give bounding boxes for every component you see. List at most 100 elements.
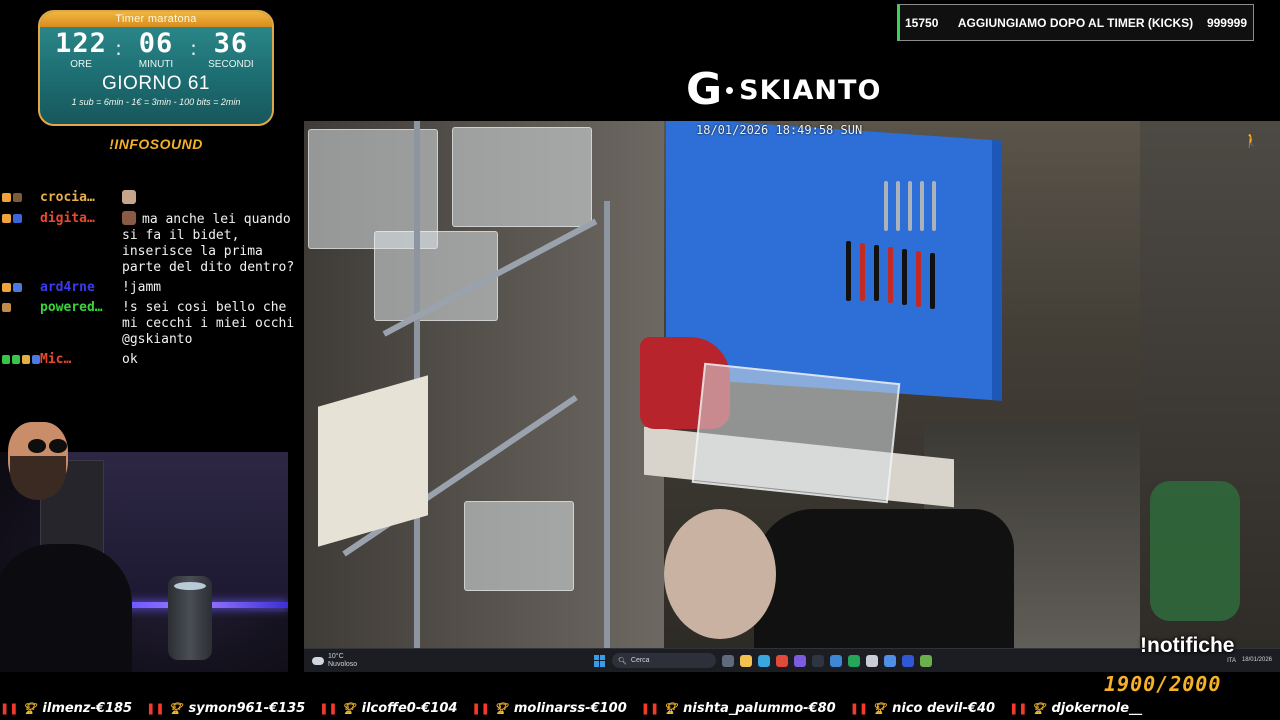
trophy-icon: 🏆︎ (663, 702, 678, 715)
badge-icon (13, 214, 22, 223)
screwdriver-icon (902, 249, 907, 305)
chat-message: Mic… ok (2, 352, 302, 368)
chat-message: crocia… (2, 190, 302, 207)
chat-username[interactable]: ard4rne (40, 280, 122, 296)
pause-icon: ❚❚ (319, 702, 338, 715)
wrench-icon (908, 181, 912, 231)
chat-message: ard4rne !jamm (2, 280, 302, 296)
pause-icon: ❚❚ (471, 702, 490, 715)
ticker-amount: €100 (590, 701, 627, 716)
ticker-donor: nico devil (892, 701, 963, 716)
timer-minutes-value: 06 (138, 28, 174, 59)
infosound-command: !INFOSOUND (109, 136, 203, 152)
goal-target: 999999 (1206, 15, 1247, 30)
ticker-donor: molinarss (513, 701, 586, 716)
storage-bin (452, 127, 592, 227)
sunglasses-icon (28, 438, 72, 453)
logo-dot (726, 86, 734, 94)
camera-timestamp: 18/01/2026 18:49:58 SUN (696, 123, 863, 137)
language-indicator[interactable]: ITA (1227, 658, 1236, 664)
user-badges (2, 300, 40, 348)
file-explorer-icon[interactable] (740, 654, 752, 667)
timer-separator: : (115, 36, 122, 60)
timer-hours: 122 ORE (49, 28, 113, 71)
user-badges (2, 352, 40, 368)
clock-date: 18/01/2026 (1241, 657, 1272, 663)
cloud-icon (312, 656, 324, 665)
shelf-post (604, 201, 610, 648)
windows-taskbar: 10°C Nuvoloso 🔍︎ Cerca ITA 18/01/2026 (304, 648, 1280, 672)
pause-icon: ❚❚ (1009, 702, 1028, 715)
app-icon[interactable] (884, 654, 896, 667)
webcam-person (0, 544, 132, 672)
emote-icon (122, 190, 136, 204)
edge-icon[interactable] (758, 654, 770, 667)
channel-logo: G SKIANTO (686, 68, 881, 112)
screwdriver-icon (916, 251, 921, 307)
chrome-icon[interactable] (776, 654, 788, 667)
chat-text: ma anche lei quando si fa il bidet, inse… (122, 211, 298, 276)
green-bag (1150, 481, 1240, 621)
timer-seconds: 36 SECONDI (199, 29, 263, 71)
trophy-icon: 🏆︎ (1031, 702, 1046, 715)
ticker-donor: symon961 (188, 701, 264, 716)
ticker-item: ❚❚ 🏆︎ djokernole__ (1009, 697, 1142, 720)
ticker-item: ❚❚ 🏆︎ nishta_palummo - €80 (641, 697, 836, 720)
chat-message: powered… !s sei cosi bello che mi cecchi… (2, 300, 302, 348)
app-icon[interactable] (866, 654, 878, 667)
windows-start-icon[interactable] (594, 654, 606, 667)
chat-text: ok (122, 352, 138, 367)
task-view-icon[interactable] (722, 654, 734, 667)
logo-name: SKIANTO (739, 74, 882, 106)
app-icon[interactable] (902, 654, 914, 667)
taskbar-search[interactable]: 🔍︎ Cerca (612, 653, 716, 668)
chat-panel: crocia… digita… ma anche lei quando si f… (2, 190, 302, 372)
chat-username[interactable]: digita… (40, 211, 122, 276)
ticker-amount: €80 (808, 701, 836, 716)
ticker-item: ❚❚ 🏆︎ ilmenz - €185 (0, 697, 132, 720)
badge-icon (13, 193, 22, 202)
search-icon: 🔍︎ (618, 657, 627, 665)
ticker-amount: €40 (967, 701, 996, 716)
chat-username[interactable]: Mic… (40, 352, 122, 368)
badge-icon (22, 355, 30, 364)
sub-goal-counter: 1900/2000 (1104, 672, 1222, 696)
timer-seconds-label: SECONDI (208, 59, 254, 70)
badge-icon (2, 355, 10, 364)
badge-icon (32, 355, 40, 364)
ticker-item: ❚❚ 🏆︎ ilcoffe0 - €104 (319, 697, 457, 720)
chat-username[interactable]: crocia… (40, 190, 122, 207)
obs-icon[interactable] (812, 654, 824, 667)
person-body (754, 509, 1014, 648)
ticker-item: ❚❚ 🏆︎ symon961 - €135 (146, 697, 305, 720)
taskbar-clock[interactable]: 18/01/2026 (1242, 657, 1272, 664)
badge-icon (13, 283, 22, 292)
person-head (664, 509, 776, 639)
ticker-amount: €185 (95, 701, 133, 716)
wrench-icon (932, 181, 936, 231)
security-camera-feed: 18/01/2026 18:49:58 SUN 🚶 (304, 121, 1280, 648)
chat-username[interactable]: powered… (40, 300, 122, 348)
app-icon[interactable] (830, 654, 842, 667)
app-icon[interactable] (920, 654, 932, 667)
weather-text: 10°C Nuvoloso (328, 653, 357, 669)
timer-hours-label: ORE (70, 59, 92, 70)
pause-icon: ❚❚ (0, 702, 19, 715)
badge-icon (2, 303, 11, 312)
ticker-amount: €135 (269, 701, 306, 716)
ticker-donor: djokernole__ (1051, 701, 1143, 716)
timer-hours-value: 122 (55, 28, 107, 59)
system-tray: ITA 18/01/2026 (1227, 657, 1280, 664)
ticker-item: ❚❚ 🏆︎ molinarss - €100 (471, 697, 626, 720)
notifiche-command: !notifiche (1140, 634, 1235, 657)
timer-separator: : (190, 36, 197, 60)
screwdriver-icon (888, 247, 893, 303)
donation-ticker: ❚❚ 🏆︎ ilmenz - €185 ❚❚ 🏆︎ symon961 - €135 ❚❚ 🏆︎… (0, 697, 1280, 720)
wrench-icon (896, 181, 900, 231)
screwdriver-icon (930, 253, 935, 309)
app-icon[interactable] (794, 654, 806, 667)
kicks-goal-banner: 15750 AGGIUNGIAMO DOPO AL TIMER (KICKS) … (897, 4, 1254, 41)
app-icon[interactable] (848, 654, 860, 667)
user-badges (2, 211, 40, 276)
weather-widget[interactable]: 10°C Nuvoloso (304, 653, 594, 669)
